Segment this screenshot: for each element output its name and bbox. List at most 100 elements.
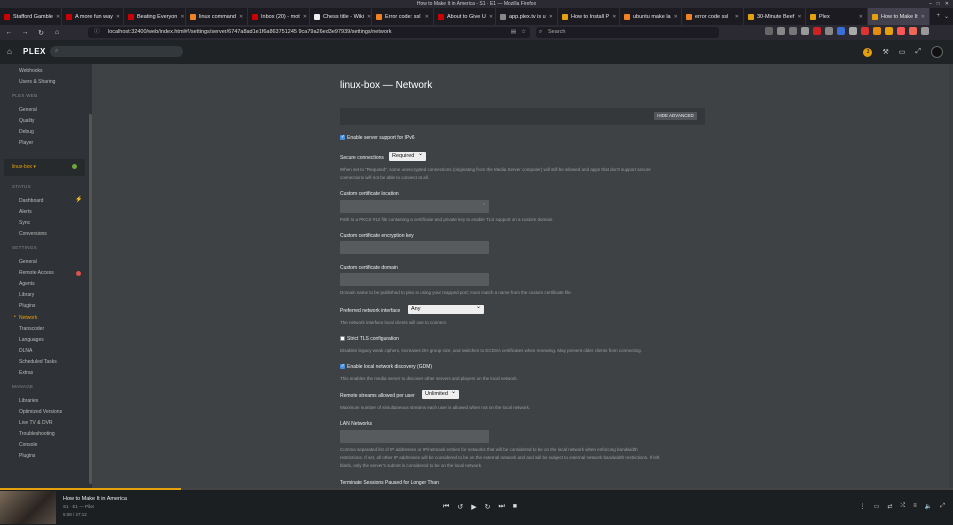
browser-tab[interactable]: Beating Everyon ✕ [124,8,186,25]
extension-orange-icon[interactable] [873,27,881,35]
sidebar-item-scheduled-tasks[interactable]: Scheduled Tasks [19,359,57,365]
tab-close-icon[interactable]: ✕ [367,14,371,20]
list-all-tabs-icon[interactable]: ⌄ [944,13,949,20]
cert-domain-input[interactable] [340,273,489,286]
tab-close-icon[interactable]: ✕ [489,14,493,20]
sidebar-item-general[interactable]: General [19,259,37,265]
sidebar-item-languages[interactable]: Languages [19,337,44,343]
tab-close-icon[interactable]: ✕ [425,14,429,20]
settings-sliders-icon[interactable]: ≡ [913,503,917,510]
extension-blue-icon[interactable] [837,27,845,35]
browser-tab[interactable]: How to Install P ✕ [558,8,620,25]
activity-badge[interactable]: 3 [863,47,873,57]
forward-icon[interactable]: → [20,29,30,36]
sidebar-item-live-tv-dvr[interactable]: Live TV & DVR [19,420,53,426]
more-icon[interactable]: ⋮ [860,503,866,510]
preferred-interface-select[interactable]: Any [408,303,484,314]
gdm-checkbox[interactable] [340,363,345,369]
info-icon[interactable]: ⓘ [94,27,100,38]
browser-tab[interactable]: About to Give U ✕ [434,8,496,25]
pocket-icon[interactable] [765,27,773,35]
main-scrollbar[interactable] [949,64,953,488]
extension-red-icon[interactable] [861,27,869,35]
tab-close-icon[interactable]: ✕ [921,14,925,20]
cert-key-input[interactable] [340,241,489,254]
library-icon[interactable] [789,27,797,35]
sidebar-item-console[interactable]: Console [19,442,37,448]
bookmark-star-icon[interactable]: ☆ [521,27,526,38]
server-selector[interactable]: linux-box ▾ [4,159,85,176]
tab-close-icon[interactable]: ✕ [56,14,60,20]
ublock-icon[interactable] [813,27,821,35]
forward-skip-icon[interactable]: ↻ [485,503,491,511]
sidebar-item-dlna[interactable]: DLNA [19,348,32,354]
sidebar-item-network[interactable]: Network [19,315,37,321]
tab-close-icon[interactable]: ✕ [674,14,678,20]
home-icon[interactable]: ⌂ [52,29,62,36]
fullscreen-icon[interactable]: ⤢ [915,48,921,56]
next-icon[interactable]: ⏭ [498,503,504,511]
sidebar-item-dashboard[interactable]: Dashboard [19,198,43,204]
browser-tab[interactable]: Plex ✕ [806,8,868,25]
volume-icon[interactable]: 🔈 [925,503,932,510]
extension-red2-icon[interactable] [897,27,905,35]
menu-icon[interactable] [921,27,929,35]
tab-close-icon[interactable]: ✕ [239,14,243,20]
reader-icon[interactable]: ▤ [511,27,516,38]
sidebar-item-library[interactable]: Library [19,292,34,298]
sidebar-item-conversions[interactable]: Conversions [19,231,47,237]
browser-tab[interactable]: Error code: ssl ✕ [372,8,434,25]
browser-tab[interactable]: ubuntu make la ✕ [620,8,682,25]
reload-icon[interactable]: ↻ [36,29,46,37]
plex-search-input[interactable]: ⌕ [50,46,183,57]
sidebar-item-alerts[interactable]: Alerts [19,209,32,215]
sidebar-item-web-player[interactable]: Player [19,140,33,146]
sidebar-item-plugins[interactable]: Plugins [19,303,35,309]
browser-tab[interactable]: Inbox (20) - mot ✕ [248,8,310,25]
cert-location-input[interactable]: ▫ [340,200,489,213]
now-playing-title[interactable]: How to Make It in America [63,496,127,502]
sidebar-item-users-sharing[interactable]: Users & Sharing [19,79,55,85]
now-playing-thumbnail[interactable] [0,491,56,524]
browser-tab[interactable]: linux command ✕ [186,8,248,25]
sidebar-item-web-general[interactable]: General [19,107,37,113]
download-icon[interactable] [777,27,785,35]
tab-close-icon[interactable]: ✕ [549,14,553,20]
back-icon[interactable]: ← [4,29,14,36]
sidebar-item-troubleshooting[interactable]: Troubleshooting [19,431,55,437]
sidebar-item-remote-access[interactable]: Remote Access [19,270,54,276]
previous-icon[interactable]: ⏮ [443,503,449,511]
tab-close-icon[interactable]: ✕ [180,14,184,20]
sidebar-item-libraries[interactable]: Libraries [19,398,38,404]
close-icon[interactable]: ✕ [945,0,949,8]
playback-progress[interactable] [0,488,953,490]
play-icon[interactable]: ▶ [471,503,476,511]
sidebar-item-web-debug[interactable]: Debug [19,129,34,135]
minimize-icon[interactable]: – [929,0,932,8]
settings-wrench-icon[interactable]: ⚒ [882,48,888,56]
sidebar-item-transcoder[interactable]: Transcoder [19,326,44,332]
ipv6-checkbox[interactable] [340,134,345,140]
sidebar-item-agents[interactable]: Agents [19,281,35,287]
avatar[interactable] [931,46,943,58]
plex-home-icon[interactable]: ⌂ [7,47,12,56]
tab-close-icon[interactable]: ✕ [612,14,616,20]
browser-tab[interactable]: A more fun way ✕ [62,8,124,25]
shuffle-icon[interactable]: ⤮ [900,503,905,510]
tab-close-icon[interactable]: ✕ [797,14,801,20]
browser-tab[interactable]: Stafford Gamble ✕ [0,8,62,25]
extension-red3-icon[interactable] [909,27,917,35]
lan-networks-input[interactable] [340,430,489,443]
playqueue-icon[interactable]: ▭ [874,503,880,510]
url-bar[interactable]: ⓘ localhost:32400/web/index.html#!/setti… [88,27,530,38]
browser-tab[interactable]: 30-Minute Beef ✕ [744,8,806,25]
rewind-icon[interactable]: ↺ [457,503,463,511]
new-tab-icon[interactable]: + [936,13,940,20]
browser-tab[interactable]: error code ssl ✕ [682,8,744,25]
cast-icon[interactable]: ▭ [899,48,906,56]
folder-icon[interactable]: ▫ [483,202,485,208]
sidebar-item-webhooks[interactable]: Webhooks [19,68,43,74]
tab-close-icon[interactable]: ✕ [303,14,307,20]
tab-close-icon[interactable]: ✕ [116,14,120,20]
sidebar-item-optimized-versions[interactable]: Optimized Versions [19,409,62,415]
